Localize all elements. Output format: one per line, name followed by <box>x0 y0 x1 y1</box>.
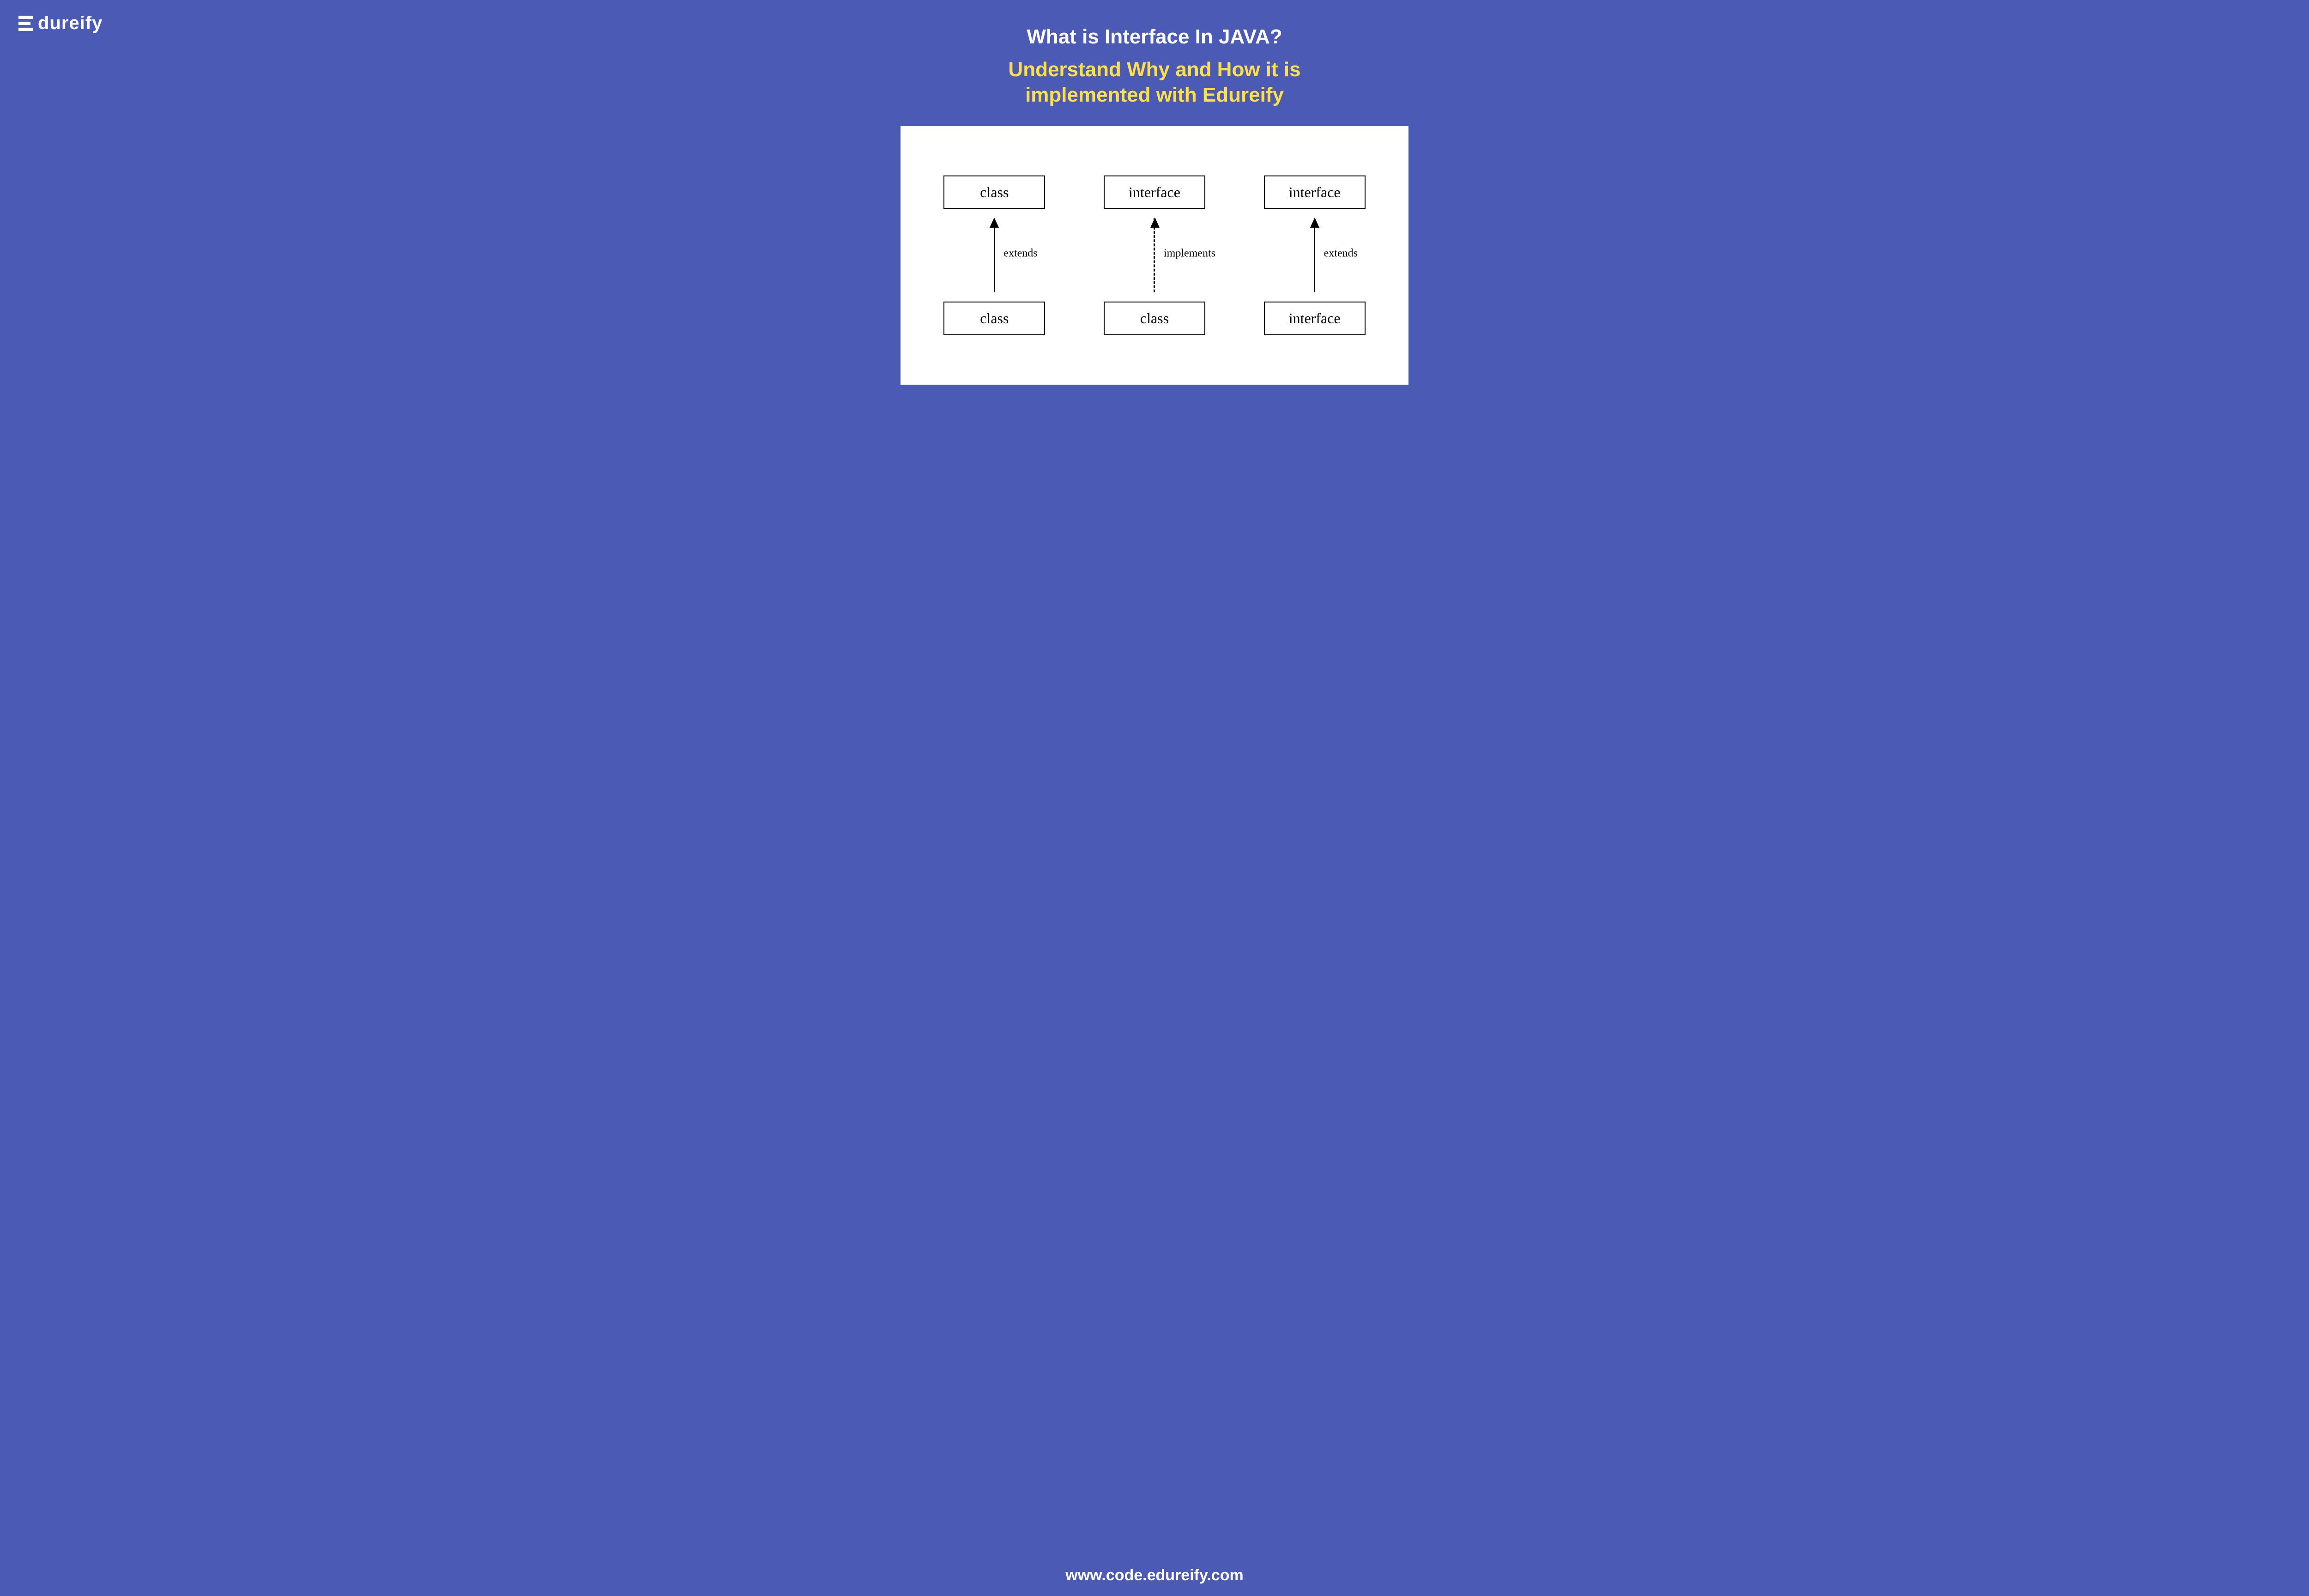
arrow-label: implements <box>1164 248 1215 260</box>
top-box: interface <box>1104 175 1205 209</box>
footer-url: www.code.edureify.com <box>0 1566 2309 1584</box>
diagram-column: interface extends interface <box>1245 175 1384 335</box>
arrow-zone: extends <box>1245 209 1384 302</box>
top-box: interface <box>1264 175 1366 209</box>
logo-text: dureify <box>38 13 103 34</box>
arrow-solid-icon <box>994 218 995 292</box>
page-subtitle: Understand Why and How it is implemented… <box>947 57 1362 108</box>
top-box: class <box>943 175 1045 209</box>
bottom-box: class <box>943 302 1045 335</box>
bottom-box: class <box>1104 302 1205 335</box>
arrow-label: extends <box>1324 248 1358 260</box>
page-title: What is Interface In JAVA? <box>1027 25 1282 48</box>
bottom-box: interface <box>1264 302 1366 335</box>
diagram-column: class extends class <box>925 175 1064 335</box>
diagram-column: interface implements class <box>1085 175 1224 335</box>
arrow-zone: implements <box>1085 209 1224 302</box>
arrow-label: extends <box>1003 248 1037 260</box>
arrow-head-icon <box>990 218 999 228</box>
arrow-solid-icon <box>1314 218 1315 292</box>
arrow-dashed-icon <box>1154 218 1155 292</box>
arrow-head-icon <box>1150 218 1160 228</box>
arrow-head-icon <box>1310 218 1319 228</box>
logo-bars-icon <box>18 16 33 31</box>
arrow-zone: extends <box>925 209 1064 302</box>
diagram-panel: class extends class interface implements… <box>901 126 1408 385</box>
brand-logo: dureify <box>18 13 103 34</box>
